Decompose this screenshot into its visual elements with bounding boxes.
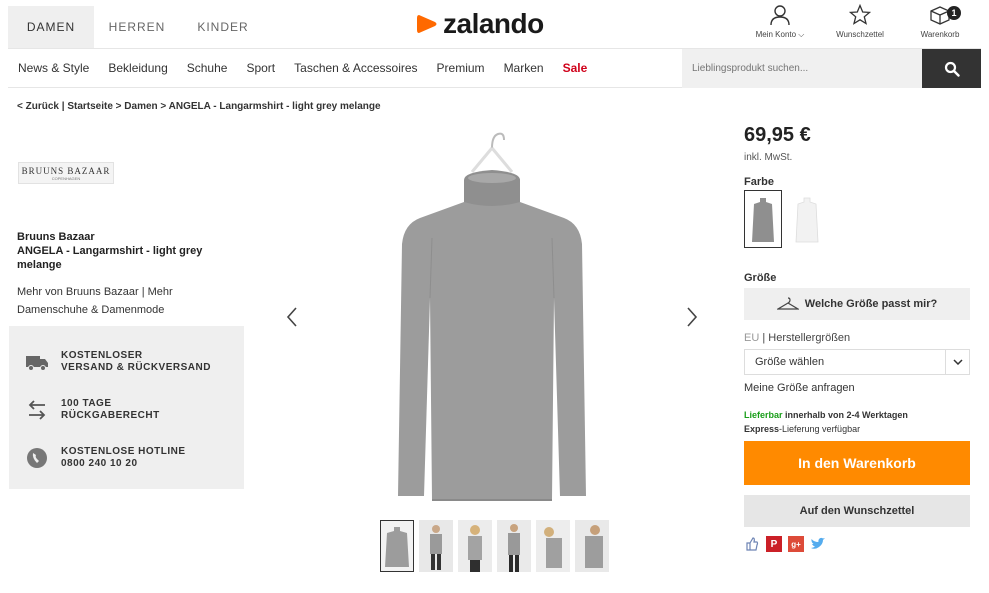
size-request-link[interactable]: Meine Größe anfragen [744,382,855,394]
more-from-brand-links[interactable]: Mehr von Bruuns Bazaar | Mehr Damenschuh… [17,283,237,319]
account-icons: Mein Konto ⌵ Wunschzettel 1 Warenkorb [731,4,971,40]
thumbnail-3[interactable] [458,520,492,572]
nav-bekleidung[interactable]: Bekleidung [108,61,167,75]
thumbnail-model-image [419,520,453,572]
category-list: News & Style Bekleidung Schuhe Sport Tas… [18,49,606,87]
nav-news-style[interactable]: News & Style [18,61,89,75]
gender-tabs: DAMEN HERREN KINDER [8,6,266,48]
thumbnail-model-image [575,520,609,572]
brand-logo[interactable]: BRUUNS BAZAAR COPENHAGEN [18,162,114,184]
cart-link[interactable]: 1 Warenkorb [909,4,971,40]
facebook-like-icon[interactable] [744,536,760,552]
wishlist-link[interactable]: Wunschzettel [829,4,891,40]
delivery-info: Lieferbar innerhalb von 2-4 Werktagen Ex… [744,410,908,434]
color-swatch-white-image [795,197,819,243]
category-nav: News & Style Bekleidung Schuhe Sport Tas… [8,48,981,88]
pinterest-icon[interactable]: P [766,536,782,552]
size-select[interactable]: Größe wählen [744,349,970,375]
nav-taschen[interactable]: Taschen & Accessoires [294,61,417,75]
thumbnail-6[interactable] [575,520,609,572]
service-hotline: KOSTENLOSE HOTLINE 0800 240 10 20 [25,446,186,470]
service-shipping-text: KOSTENLOSER VERSAND & RÜCKVERSAND [61,350,211,373]
chevron-down-icon [945,350,969,374]
size-help-button[interactable]: Welche Größe passt mir? [744,288,970,320]
color-swatch-grey-image [752,198,774,242]
size-label: Größe [744,272,777,284]
google-plus-icon[interactable]: g+ [788,536,804,552]
service-free-shipping: KOSTENLOSER VERSAND & RÜCKVERSAND [25,350,211,374]
tab-herren[interactable]: HERREN [94,6,180,48]
account-label: Mein Konto ⌵ [755,30,805,39]
zalando-logo[interactable]: zalando [415,8,544,40]
vat-note: inkl. MwSt. [744,152,793,163]
add-to-cart-button[interactable]: In den Warenkorb [744,441,970,485]
cart-label: Warenkorb [920,30,960,39]
add-to-wishlist-button[interactable]: Auf den Wunschzettel [744,495,970,527]
service-returns: 100 TAGE RÜCKGABERECHT [25,398,160,422]
thumbnail-model-image [497,520,531,572]
product-price: 69,95 € [744,124,811,146]
product-info: Bruuns Bazaar ANGELA - Langarmshirt - li… [17,230,237,272]
nav-sport[interactable]: Sport [246,61,275,75]
service-returns-text: 100 TAGE RÜCKGABERECHT [61,398,160,421]
social-share: P g+ [744,536,832,552]
tab-damen[interactable]: DAMEN [8,6,94,48]
thumbnail-1[interactable] [380,520,414,572]
user-icon [770,5,790,26]
size-system[interactable]: EU | Herstellergrößen [744,332,850,344]
thumbnail-model-image [536,520,570,572]
nav-premium[interactable]: Premium [437,61,485,75]
search-button[interactable] [922,49,981,88]
hanger-icon [776,297,799,310]
service-box: KOSTENLOSER VERSAND & RÜCKVERSAND 100 TA… [9,326,244,489]
star-icon [849,4,871,25]
thumbnail-4[interactable] [497,520,531,572]
nav-sale[interactable]: Sale [563,61,588,75]
gallery-next-button[interactable] [682,302,702,332]
nav-marken[interactable]: Marken [504,61,544,75]
brand-logo-sub: COPENHAGEN [51,175,81,181]
thumbnail-5[interactable] [536,520,570,572]
color-label: Farbe [744,176,774,188]
cart-count-badge: 1 [947,6,961,20]
product-image[interactable] [380,128,604,508]
gallery-prev-button[interactable] [282,302,302,332]
thumbnail-sweater-image [385,527,409,567]
truck-icon [26,356,48,371]
chevron-right-icon [687,307,698,327]
size-help-label: Welche Größe passt mir? [804,298,938,310]
logo-play-icon [417,15,437,33]
twitter-icon[interactable] [810,536,826,552]
brand-logo-name: BRUUNS BAZAAR [21,165,111,176]
phone-icon [27,448,47,468]
account-link[interactable]: Mein Konto ⌵ [749,4,811,40]
search-input[interactable] [682,49,922,88]
service-hotline-text: KOSTENLOSE HOTLINE 0800 240 10 20 [61,446,186,469]
product-brand: Bruuns Bazaar [17,231,95,243]
logo-text: zalando [443,8,544,39]
return-arrow-icon [28,400,46,420]
size-select-value: Größe wählen [755,356,825,368]
thumbnail-model-image [458,520,492,572]
breadcrumb[interactable]: < Zurück | Startseite > Damen > ANGELA -… [17,101,381,112]
chevron-left-icon [286,307,297,327]
nav-schuhe[interactable]: Schuhe [187,61,228,75]
wishlist-label: Wunschzettel [836,30,884,39]
thumbnail-2[interactable] [419,520,453,572]
product-name: ANGELA - Langarmshirt - light grey melan… [17,245,203,271]
search-icon [944,61,960,77]
thumbnail-strip [380,520,614,572]
color-swatch-white[interactable] [788,190,826,248]
color-swatch-grey[interactable] [744,190,782,248]
tab-kinder[interactable]: KINDER [180,6,266,48]
top-header: DAMEN HERREN KINDER zalando Mein Konto ⌵… [0,0,989,48]
